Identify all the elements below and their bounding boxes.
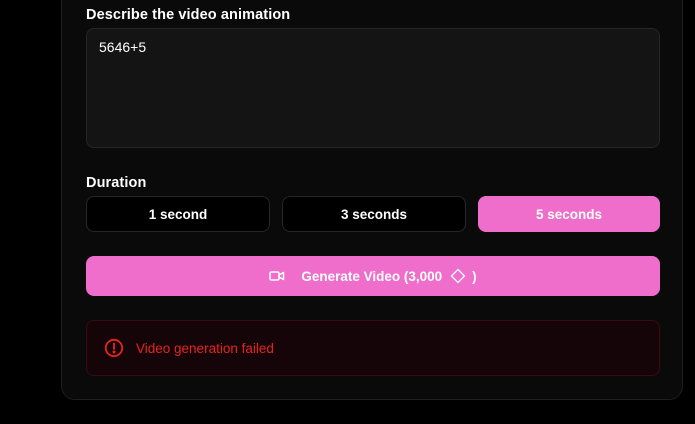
generate-button-suffix: ) [472, 268, 477, 284]
error-alert: Video generation failed [86, 320, 660, 376]
prompt-label: Describe the video animation [86, 7, 291, 23]
duration-5-seconds-button[interactable]: 5 seconds [478, 196, 660, 232]
generate-button-label: Generate Video (3,000 [301, 268, 443, 284]
duration-label: Duration [86, 175, 147, 191]
diamond-icon [450, 268, 466, 284]
video-camera-icon [269, 270, 285, 282]
generate-video-button[interactable]: Generate Video (3,000 ) [86, 256, 660, 296]
duration-1-second-button[interactable]: 1 second [86, 196, 270, 232]
prompt-textarea[interactable]: 5646+5 [86, 28, 660, 148]
duration-3-seconds-button[interactable]: 3 seconds [282, 196, 466, 232]
alert-circle-icon [104, 338, 124, 358]
error-message: Video generation failed [136, 340, 274, 356]
